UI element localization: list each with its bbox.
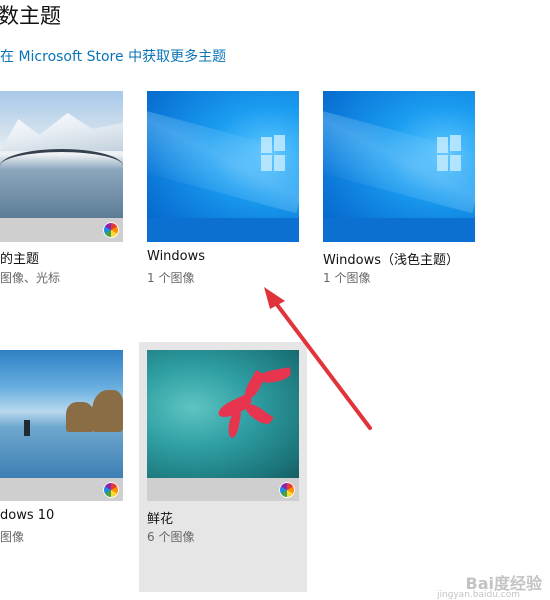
theme-name: Windows [147,249,206,264]
theme-thumbnail-windows [147,91,299,242]
windows-logo-icon [261,135,285,173]
theme-detail: 图像 [0,530,25,544]
theme-name: dows 10 [0,508,55,523]
store-link[interactable]: 在 Microsoft Store 中获取更多主题 [0,46,226,66]
theme-detail: 6 个图像 [147,530,195,544]
theme-detail: 1 个图像 [323,271,371,285]
page-title: 数主题 [0,4,61,28]
theme-name: Windows（浅色主题） [323,253,460,268]
theme-thumbnail-windows-light [323,91,475,242]
watermark-url: jingyan.baidu.com [436,590,520,600]
theme-tile-custom[interactable]: 的主题 图像、光标 [0,91,123,291]
theme-name: 的主题 [0,252,40,267]
theme-tile-flowers[interactable]: 鲜花 6 个图像 [139,342,307,592]
theme-thumbnail-flower [147,350,299,478]
color-wheel-icon [279,482,295,498]
theme-thumbnail-winter [0,91,123,218]
theme-detail: 图像、光标 [0,271,61,285]
theme-tile-windows-light[interactable]: Windows（浅色主题） 1 个图像 [323,91,475,291]
theme-thumbnail-beach [0,350,123,478]
windows-logo-icon [437,135,461,173]
color-wheel-icon [103,482,119,498]
theme-name: 鲜花 [147,512,174,527]
theme-tile-windows[interactable]: Windows 1 个图像 [147,91,299,291]
theme-color-strip [147,478,299,501]
theme-detail: 1 个图像 [147,271,195,285]
theme-tile-windows-10[interactable]: dows 10 图像 [0,350,123,550]
color-wheel-icon [103,222,119,238]
